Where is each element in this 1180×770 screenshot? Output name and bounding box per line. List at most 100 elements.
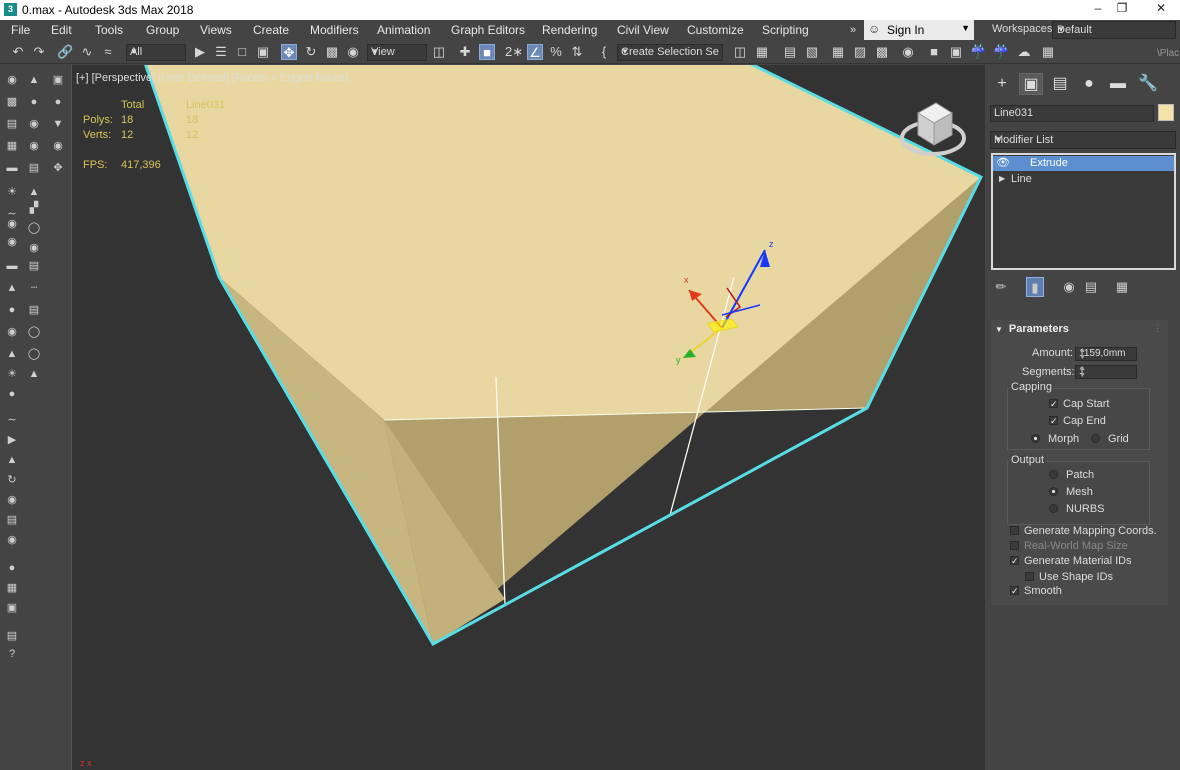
- display-tab-icon[interactable]: ▬: [1106, 73, 1130, 95]
- viewcube[interactable]: [898, 93, 968, 163]
- pyramid-icon[interactable]: ▦: [5, 139, 19, 153]
- selection-region-icon[interactable]: □: [234, 44, 250, 60]
- sphere-tool-icon[interactable]: ●: [5, 303, 19, 317]
- utilities-tab-icon[interactable]: 🔧: [1136, 73, 1160, 95]
- mesh-radio[interactable]: [1049, 487, 1058, 496]
- sphere-icon[interactable]: ●: [27, 95, 41, 109]
- cone-icon[interactable]: ▼: [51, 117, 65, 131]
- select-by-name-icon[interactable]: ☰: [213, 44, 229, 60]
- use-shape-ids-checkbox[interactable]: [1025, 572, 1034, 581]
- select-and-scale-icon[interactable]: ▩: [324, 44, 340, 60]
- grid-radio[interactable]: [1091, 434, 1100, 443]
- hierarchy-icon[interactable]: ◉: [5, 217, 19, 231]
- toggle-scene-explorer-icon[interactable]: ▤: [782, 44, 798, 60]
- layer-icon[interactable]: ▤: [27, 259, 41, 273]
- arrows-icon[interactable]: ∼: [5, 413, 19, 427]
- spinner-snap-icon[interactable]: ⇅: [569, 44, 585, 60]
- bulb-icon[interactable]: ▲: [27, 367, 41, 381]
- reference-coordinate-dropdown[interactable]: View ▼: [367, 44, 427, 61]
- unlink-icon[interactable]: ∿: [79, 44, 95, 60]
- menu-create[interactable]: Create: [253, 23, 289, 37]
- track-icon[interactable]: ▤: [27, 303, 41, 317]
- menu-rendering[interactable]: Rendering: [542, 23, 597, 37]
- stack-item-line[interactable]: ▶ Line: [993, 172, 1174, 187]
- select-tool-icon[interactable]: ◉: [5, 73, 19, 87]
- spinner-arrows-icon[interactable]: ▲ ▼: [1079, 365, 1134, 379]
- menu-graph-editors[interactable]: Graph Editors: [451, 23, 525, 37]
- ring-icon[interactable]: ◯: [27, 325, 41, 339]
- perspective-viewport[interactable]: z x y [+] [Perspective] [User Defined] […: [71, 65, 985, 770]
- cylinder-icon[interactable]: ▤: [5, 117, 19, 131]
- light-icon[interactable]: ☀: [5, 185, 19, 199]
- menu-overflow-icon[interactable]: »: [850, 24, 856, 36]
- gold-sphere-icon[interactable]: ●: [5, 387, 19, 401]
- select-object-icon[interactable]: ▶: [192, 44, 208, 60]
- grid-tool-icon[interactable]: ▦: [5, 581, 19, 595]
- object-name-field[interactable]: Line031: [990, 105, 1154, 122]
- rendered-frame-window-icon[interactable]: ▣: [948, 44, 964, 60]
- redo-icon[interactable]: ↷: [31, 44, 47, 60]
- close-button[interactable]: ✕: [1146, 0, 1176, 18]
- text-icon[interactable]: ▤: [27, 161, 41, 175]
- modifier-list-dropdown[interactable]: Modifier List ▼: [990, 131, 1176, 149]
- schematic-view-icon[interactable]: ▩: [874, 44, 890, 60]
- search-icon[interactable]: ●: [5, 561, 19, 575]
- tube-icon[interactable]: ◉: [27, 117, 41, 131]
- select-and-rotate-icon[interactable]: ↻: [303, 44, 319, 60]
- mirror-icon[interactable]: ◫: [732, 44, 748, 60]
- viewport-shading-label[interactable]: [User Defined]: [158, 72, 228, 84]
- percent-snap-icon[interactable]: %: [548, 44, 564, 60]
- workspaces-dropdown[interactable]: Default ▼: [1052, 21, 1176, 39]
- restore-button[interactable]: ❐: [1110, 0, 1134, 18]
- generate-material-ids-checkbox[interactable]: ✓: [1010, 556, 1019, 566]
- plane-icon[interactable]: ▬: [5, 161, 19, 175]
- geosphere-icon[interactable]: ●: [51, 95, 65, 109]
- curve-editor-icon[interactable]: ▨: [852, 44, 868, 60]
- parameters-header[interactable]: ▼ Parameters: [995, 323, 1069, 335]
- a360-gallery-icon[interactable]: ▦: [1040, 44, 1056, 60]
- viewport-label[interactable]: [+] [Perspective] [User Defined] [Facets…: [76, 72, 348, 84]
- patch-radio[interactable]: [1049, 470, 1058, 479]
- help-icon[interactable]: ?: [5, 647, 19, 661]
- cube-icon[interactable]: ▣: [51, 73, 65, 87]
- expand-arrow-icon[interactable]: ▶: [999, 174, 1005, 183]
- menu-civil-view[interactable]: Civil View: [617, 23, 669, 37]
- make-unique-icon[interactable]: ◉: [1060, 277, 1078, 297]
- path-icon[interactable]: ┄: [27, 281, 41, 295]
- selection-filter-dropdown[interactable]: All ▼: [126, 44, 186, 61]
- menu-edit[interactable]: Edit: [51, 23, 72, 37]
- menu-scripting[interactable]: Scripting: [762, 23, 809, 37]
- hierarchy-tab-icon[interactable]: ▤: [1048, 73, 1072, 95]
- window-crossing-icon[interactable]: ▣: [255, 44, 271, 60]
- menu-group[interactable]: Group: [146, 23, 179, 37]
- viewport-display-label[interactable]: [Facets + Edged Faces]: [232, 72, 348, 84]
- viewport-view-label[interactable]: [Perspective]: [92, 72, 156, 84]
- menu-file[interactable]: File: [11, 23, 30, 37]
- object-color-swatch[interactable]: [1158, 104, 1174, 121]
- modify-icon[interactable]: ▞: [27, 201, 41, 215]
- sign-in-button[interactable]: ☺ Sign In ▼: [864, 20, 974, 40]
- spinner-arrows-icon[interactable]: ▲ ▼: [1079, 347, 1134, 361]
- configure-modifier-sets-icon[interactable]: ▦: [1113, 277, 1131, 297]
- paint-icon[interactable]: ▲: [27, 73, 41, 87]
- menu-animation[interactable]: Animation: [377, 23, 430, 37]
- viewport-menu[interactable]: [+]: [76, 72, 89, 84]
- lathe-icon[interactable]: ▲: [5, 281, 19, 295]
- morph-radio[interactable]: [1031, 434, 1040, 443]
- select-manipulate-icon[interactable]: ✚: [457, 44, 473, 60]
- sun-icon[interactable]: ☀: [5, 367, 19, 381]
- modify-tab-icon[interactable]: ▣: [1019, 73, 1043, 95]
- eye-icon[interactable]: 👁: [996, 156, 1010, 169]
- remove-modifier-icon[interactable]: ▤: [1082, 277, 1100, 297]
- named-selection-dropdown[interactable]: Create Selection Se ▼: [617, 44, 723, 61]
- hammer-icon[interactable]: ▲: [5, 453, 19, 467]
- minimize-button[interactable]: –: [1086, 0, 1110, 18]
- rotate-tool-icon[interactable]: ↻: [5, 473, 19, 487]
- link-icon[interactable]: 🔗: [57, 44, 73, 60]
- menu-modifiers[interactable]: Modifiers: [310, 23, 359, 37]
- amount-spinner[interactable]: 1159,0mm ▲ ▼: [1075, 347, 1137, 361]
- render-iterative-icon[interactable]: ☔: [993, 44, 1009, 60]
- display-icon[interactable]: ◉: [5, 235, 19, 249]
- undo-icon[interactable]: ↶: [10, 44, 26, 60]
- ring-tool-icon[interactable]: ◯: [27, 347, 41, 361]
